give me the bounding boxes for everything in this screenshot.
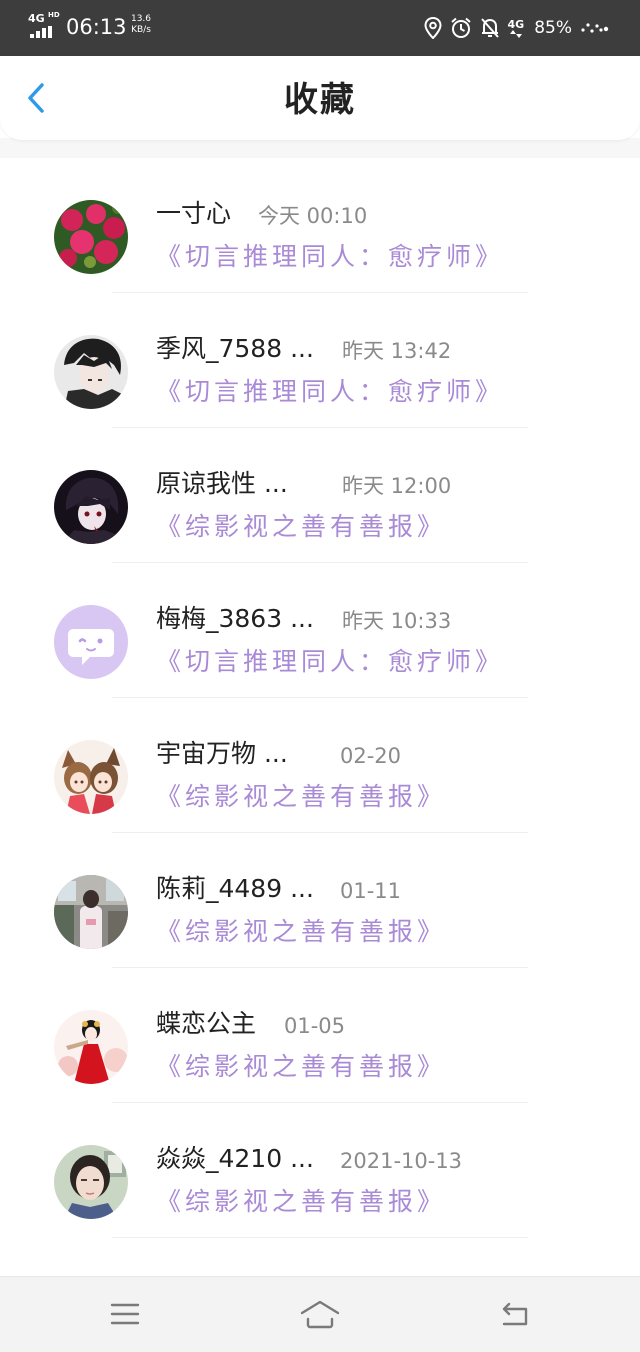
favorite-time: 2021-10-13 xyxy=(340,1149,463,1173)
favorite-time: 01-05 xyxy=(284,1014,346,1038)
avatar[interactable] xyxy=(54,1010,128,1084)
user-name: 陈莉_4489 ... xyxy=(156,874,314,903)
favorite-time: 昨天 13:42 xyxy=(342,339,452,363)
user-name: 焱焱_4210 ... xyxy=(156,1144,314,1173)
location-icon xyxy=(424,17,442,39)
list-item[interactable]: 蝶恋公主 01-05 《综影视之善有善报》 xyxy=(0,968,640,1103)
user-name: 原谅我性 ... xyxy=(156,469,288,498)
status-icons: 4G 85% xyxy=(424,12,610,44)
home-button[interactable] xyxy=(298,1297,342,1331)
book-title[interactable]: 《综影视之善有善报》 xyxy=(156,915,446,949)
list-item[interactable]: 季风_7588 ... 昨天 13:42 《切言推理同人：愈疗师》 xyxy=(0,293,640,428)
favorite-time: 昨天 10:33 xyxy=(342,609,452,633)
mute-notification-icon xyxy=(480,18,499,38)
network-speed: 13.6 KB/s xyxy=(126,14,156,36)
portrait-photo-image xyxy=(54,1145,128,1219)
divider xyxy=(112,1237,528,1238)
anime-boy-image xyxy=(54,335,128,409)
book-title[interactable]: 《综影视之善有善报》 xyxy=(156,1050,446,1084)
list-item[interactable]: 宇宙万物 ... 02-20 《综影视之善有善报》 xyxy=(0,698,640,833)
user-name: 宇宙万物 ... xyxy=(156,739,288,768)
anime-dark-image xyxy=(54,470,128,544)
red-dress-girl-image xyxy=(54,1010,128,1084)
book-title[interactable]: 《切言推理同人：愈疗师》 xyxy=(156,240,504,274)
book-title[interactable]: 《综影视之善有善报》 xyxy=(156,1185,446,1219)
book-title[interactable]: 《综影视之善有善报》 xyxy=(156,510,446,544)
list-item[interactable]: 陈莉_4489 ... 01-11 《综影视之善有善报》 xyxy=(0,833,640,968)
avatar[interactable] xyxy=(54,200,128,274)
page-title: 收藏 xyxy=(284,80,356,120)
dots-icon xyxy=(581,23,609,33)
book-title[interactable]: 《综影视之善有善报》 xyxy=(156,780,446,814)
menu-icon xyxy=(110,1303,140,1325)
speed-value: 13.6 xyxy=(130,14,152,24)
user-name: 一寸心 xyxy=(156,199,232,228)
favorites-list: 一寸心 今天 00:10 《切言推理同人：愈疗师》 季风_7588 ... 昨天… xyxy=(0,158,640,1238)
battery-level: 85% xyxy=(534,18,572,38)
speed-unit: KB/s xyxy=(131,25,151,35)
menu-button[interactable] xyxy=(103,1297,147,1331)
avatar[interactable] xyxy=(54,875,128,949)
home-icon xyxy=(300,1300,340,1329)
status-bar: 4G HD 06:13 13.6 KB/s 4G 85% xyxy=(0,0,640,56)
user-name: 季风_7588 ... xyxy=(156,334,314,363)
avatar[interactable] xyxy=(54,740,128,814)
clock: 06:13 xyxy=(66,15,127,39)
list-item[interactable]: 梅梅_3863 ... 昨天 10:33 《切言推理同人：愈疗师》 xyxy=(0,563,640,698)
user-name: 蝶恋公主 xyxy=(156,1009,257,1038)
avatar[interactable] xyxy=(54,605,128,679)
network-hd: HD xyxy=(48,11,60,19)
signal-4g-icon: 4G xyxy=(507,17,525,38)
data-arrows-icon xyxy=(509,29,522,38)
list-item[interactable]: 原谅我性 ... 昨天 12:00 《综影视之善有善报》 xyxy=(0,428,640,563)
avatar[interactable] xyxy=(54,470,128,544)
header-spacer xyxy=(0,138,640,158)
avatar[interactable] xyxy=(54,335,128,409)
red-flowers-image xyxy=(54,200,128,274)
avatar[interactable] xyxy=(54,1145,128,1219)
anime-girls-image xyxy=(54,740,128,814)
user-name: 梅梅_3863 ... xyxy=(156,604,314,633)
book-title[interactable]: 《切言推理同人：愈疗师》 xyxy=(156,375,504,409)
chat-bubble-icon xyxy=(54,605,128,679)
favorite-time: 02-20 xyxy=(340,744,402,768)
list-item[interactable]: 焱焱_4210 ... 2021-10-13 《综影视之善有善报》 xyxy=(0,1103,640,1238)
app-header: 收藏 xyxy=(0,56,640,140)
favorite-time: 01-11 xyxy=(340,879,402,903)
back-nav-button[interactable] xyxy=(493,1297,537,1331)
system-nav-bar xyxy=(0,1276,640,1352)
data-4g-label: 4G xyxy=(507,17,525,31)
favorite-time: 今天 00:10 xyxy=(258,204,368,228)
signal-bars-icon xyxy=(30,26,52,38)
network-type: 4G xyxy=(28,12,45,25)
book-title[interactable]: 《切言推理同人：愈疗师》 xyxy=(156,645,504,679)
back-icon xyxy=(502,1302,528,1326)
list-item[interactable]: 一寸心 今天 00:10 《切言推理同人：愈疗师》 xyxy=(0,158,640,293)
room-photo-image xyxy=(54,875,128,949)
alarm-icon xyxy=(450,17,471,38)
favorite-time: 昨天 12:00 xyxy=(342,474,452,498)
network-indicator: 4G HD xyxy=(28,11,60,40)
